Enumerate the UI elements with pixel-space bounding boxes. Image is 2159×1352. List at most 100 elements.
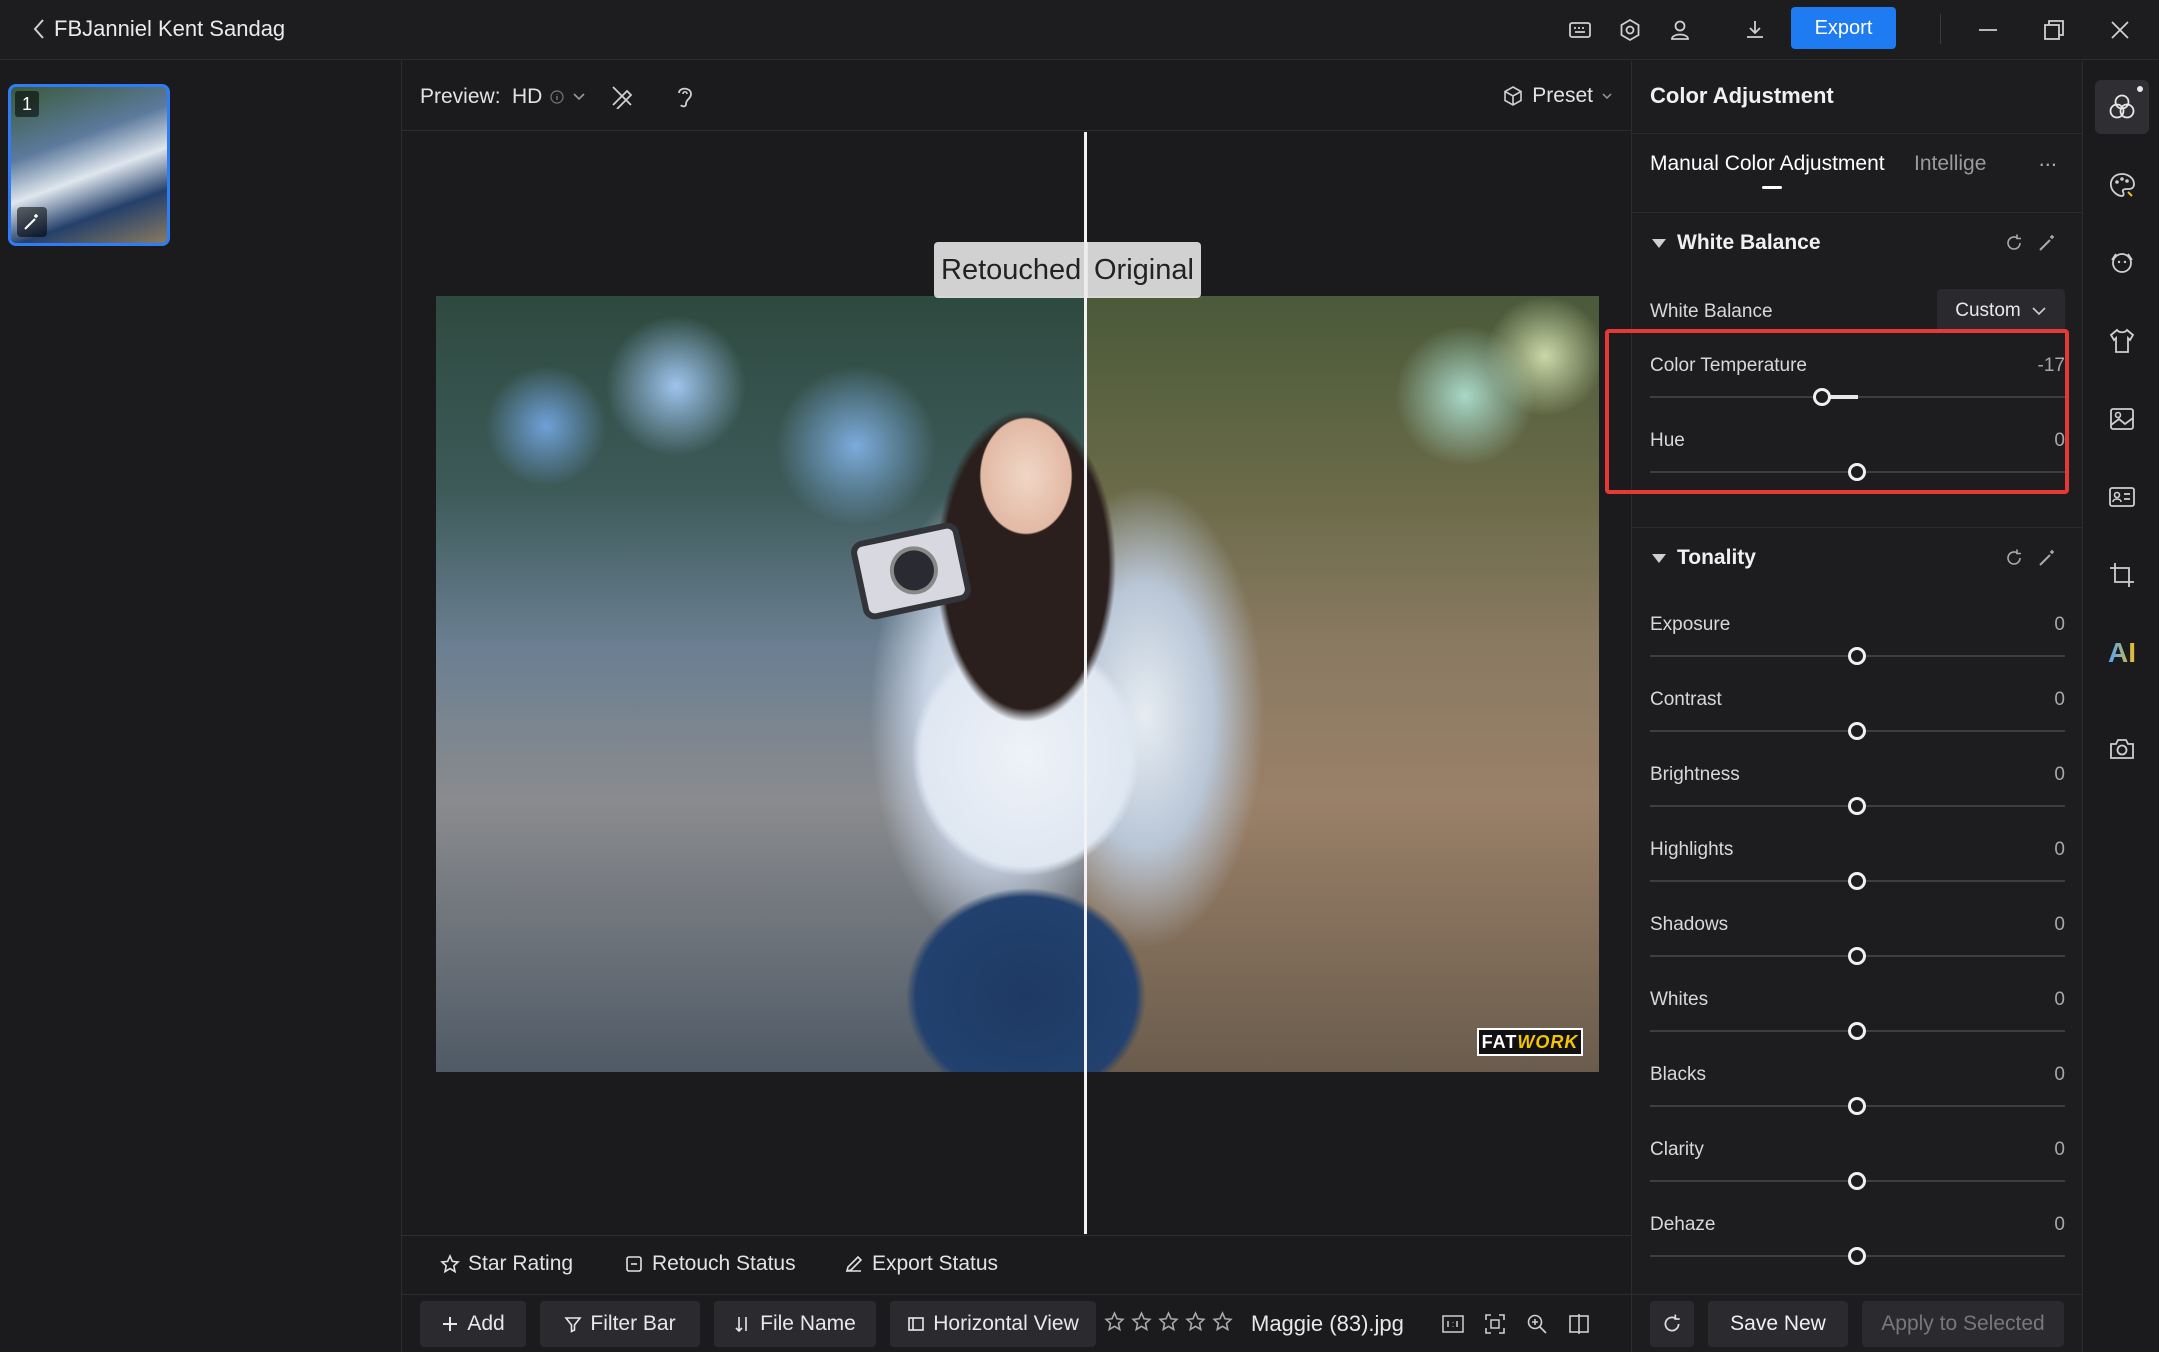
sort-file-name-button[interactable]: File Name bbox=[714, 1301, 876, 1347]
section-title: Tonality bbox=[1677, 546, 1756, 569]
reset-icon[interactable] bbox=[2001, 545, 2027, 571]
preset-dropdown[interactable]: Preset bbox=[1502, 84, 1613, 108]
star-icon[interactable] bbox=[1185, 1311, 1206, 1332]
star-icon[interactable] bbox=[1158, 1311, 1179, 1332]
chevron-down-icon bbox=[2032, 307, 2046, 316]
ai-icon[interactable]: AI bbox=[2095, 626, 2149, 680]
star-icon[interactable] bbox=[1104, 1311, 1125, 1332]
slider-value[interactable]: 0 bbox=[2054, 614, 2065, 636]
auto-wand-icon[interactable] bbox=[2034, 545, 2060, 571]
auto-wand-icon[interactable] bbox=[2034, 230, 2060, 256]
status-filter-bar: Star Rating Retouch Status Export Status bbox=[402, 1235, 1631, 1293]
slider-knob[interactable] bbox=[1848, 722, 1866, 740]
color-adjust-icon[interactable] bbox=[2095, 80, 2149, 134]
slider-value[interactable]: 0 bbox=[2054, 1139, 2065, 1161]
contrast-slider[interactable]: Contrast 0 bbox=[1650, 689, 2065, 764]
blacks-slider[interactable]: Blacks 0 bbox=[1650, 1064, 2065, 1139]
actual-size-icon[interactable] bbox=[1438, 1309, 1468, 1339]
slider-value[interactable]: 0 bbox=[2054, 839, 2065, 861]
whites-slider[interactable]: Whites 0 bbox=[1650, 989, 2065, 1064]
ear-icon[interactable] bbox=[668, 79, 702, 113]
tab-manual-color-adjustment[interactable]: Manual Color Adjustment bbox=[1650, 152, 1885, 176]
slider-knob[interactable] bbox=[1848, 1022, 1866, 1040]
shadows-slider[interactable]: Shadows 0 bbox=[1650, 914, 2065, 989]
palette-icon[interactable] bbox=[2095, 158, 2149, 212]
brightness-slider[interactable]: Brightness 0 bbox=[1650, 764, 2065, 839]
active-tab-indicator bbox=[1762, 186, 1782, 189]
slider-value[interactable]: -17 bbox=[2038, 355, 2065, 377]
fit-screen-icon[interactable] bbox=[1480, 1309, 1510, 1339]
hue-slider[interactable]: Hue 0 bbox=[1650, 430, 2065, 505]
slider-value[interactable]: 0 bbox=[2054, 689, 2065, 711]
face-retouch-icon[interactable] bbox=[2095, 236, 2149, 290]
minimize-icon[interactable] bbox=[1970, 12, 2006, 48]
image-canvas[interactable]: FAT WORK Retouched Original bbox=[402, 132, 1631, 1234]
tonality-section-header[interactable]: Tonality bbox=[1632, 527, 2083, 587]
compare-view-icon[interactable] bbox=[1564, 1309, 1594, 1339]
slider-knob[interactable] bbox=[1848, 947, 1866, 965]
eraser-brush-icon[interactable] bbox=[605, 79, 639, 113]
clarity-slider[interactable]: Clarity 0 bbox=[1650, 1139, 2065, 1214]
download-icon[interactable] bbox=[1737, 12, 1773, 48]
id-photo-icon[interactable] bbox=[2095, 470, 2149, 524]
star-icon[interactable] bbox=[1212, 1311, 1233, 1332]
slider-knob[interactable] bbox=[1848, 1247, 1866, 1265]
more-options-button[interactable]: ... bbox=[2039, 146, 2057, 172]
white-balance-mode-select[interactable]: Custom bbox=[1937, 289, 2065, 333]
slider-value[interactable]: 0 bbox=[2054, 1064, 2065, 1086]
slider-knob[interactable] bbox=[1848, 1097, 1866, 1115]
settings-icon[interactable] bbox=[1612, 12, 1648, 48]
camera-icon[interactable] bbox=[2095, 722, 2149, 776]
background-icon[interactable] bbox=[2095, 392, 2149, 446]
save-new-button[interactable]: Save New bbox=[1708, 1301, 1848, 1347]
white-balance-section-header[interactable]: White Balance bbox=[1632, 212, 2083, 272]
user-icon[interactable] bbox=[1662, 12, 1698, 48]
slider-knob[interactable] bbox=[1848, 797, 1866, 815]
keyboard-icon[interactable] bbox=[1562, 12, 1598, 48]
tab-intelligent[interactable]: Intellige bbox=[1914, 152, 1986, 176]
slider-knob[interactable] bbox=[1848, 872, 1866, 890]
slider-knob[interactable] bbox=[1848, 463, 1866, 481]
clothing-icon[interactable] bbox=[2095, 314, 2149, 368]
collapse-triangle-icon[interactable] bbox=[1652, 554, 1666, 563]
horizontal-view-button[interactable]: Horizontal View bbox=[890, 1301, 1096, 1347]
thumbnail-panel: 1 bbox=[0, 61, 402, 1352]
retouch-status-filter[interactable]: Retouch Status bbox=[624, 1252, 796, 1276]
back-button[interactable] bbox=[24, 14, 54, 44]
slider-value[interactable]: 0 bbox=[2054, 914, 2065, 936]
export-status-filter[interactable]: Export Status bbox=[844, 1252, 998, 1276]
slider-value[interactable]: 0 bbox=[2054, 764, 2065, 786]
star-rating[interactable] bbox=[1104, 1311, 1233, 1332]
highlights-slider[interactable]: Highlights 0 bbox=[1650, 839, 2065, 914]
chevron-down-icon bbox=[573, 93, 585, 101]
export-button[interactable]: Export bbox=[1791, 7, 1896, 49]
zoom-in-icon[interactable] bbox=[1522, 1309, 1552, 1339]
bottom-toolbar: Add Filter Bar File Name Horizontal View… bbox=[402, 1294, 1631, 1352]
star-icon[interactable] bbox=[1131, 1311, 1152, 1332]
photo-thumbnail[interactable]: 1 bbox=[8, 84, 170, 246]
reset-icon[interactable] bbox=[2001, 230, 2027, 256]
close-icon[interactable] bbox=[2102, 12, 2138, 48]
export-status-label: Export Status bbox=[872, 1252, 999, 1275]
exposure-slider[interactable]: Exposure 0 bbox=[1650, 614, 2065, 689]
crop-icon[interactable] bbox=[2095, 548, 2149, 602]
slider-value[interactable]: 0 bbox=[2054, 989, 2065, 1011]
reset-all-button[interactable] bbox=[1650, 1301, 1694, 1347]
slider-value[interactable]: 0 bbox=[2054, 430, 2065, 452]
add-button[interactable]: Add bbox=[420, 1301, 526, 1347]
apply-to-selected-button[interactable]: Apply to Selected bbox=[1862, 1301, 2064, 1347]
thumbnail-index: 1 bbox=[15, 91, 39, 117]
slider-value[interactable]: 0 bbox=[2054, 1214, 2065, 1236]
collapse-triangle-icon[interactable] bbox=[1652, 239, 1666, 248]
filter-bar-button[interactable]: Filter Bar bbox=[540, 1301, 700, 1347]
restore-icon[interactable] bbox=[2036, 12, 2072, 48]
panel-title: Color Adjustment bbox=[1650, 83, 1834, 108]
photo-preview[interactable]: FAT WORK bbox=[436, 296, 1599, 1072]
dehaze-slider[interactable]: Dehaze 0 bbox=[1650, 1214, 2065, 1289]
color-temperature-slider[interactable]: Color Temperature -17 bbox=[1650, 355, 2065, 430]
slider-knob[interactable] bbox=[1848, 1172, 1866, 1190]
slider-knob[interactable] bbox=[1813, 388, 1831, 406]
slider-knob[interactable] bbox=[1848, 647, 1866, 665]
star-rating-filter[interactable]: Star Rating bbox=[440, 1252, 573, 1276]
preview-quality-select[interactable]: HD bbox=[512, 85, 586, 109]
